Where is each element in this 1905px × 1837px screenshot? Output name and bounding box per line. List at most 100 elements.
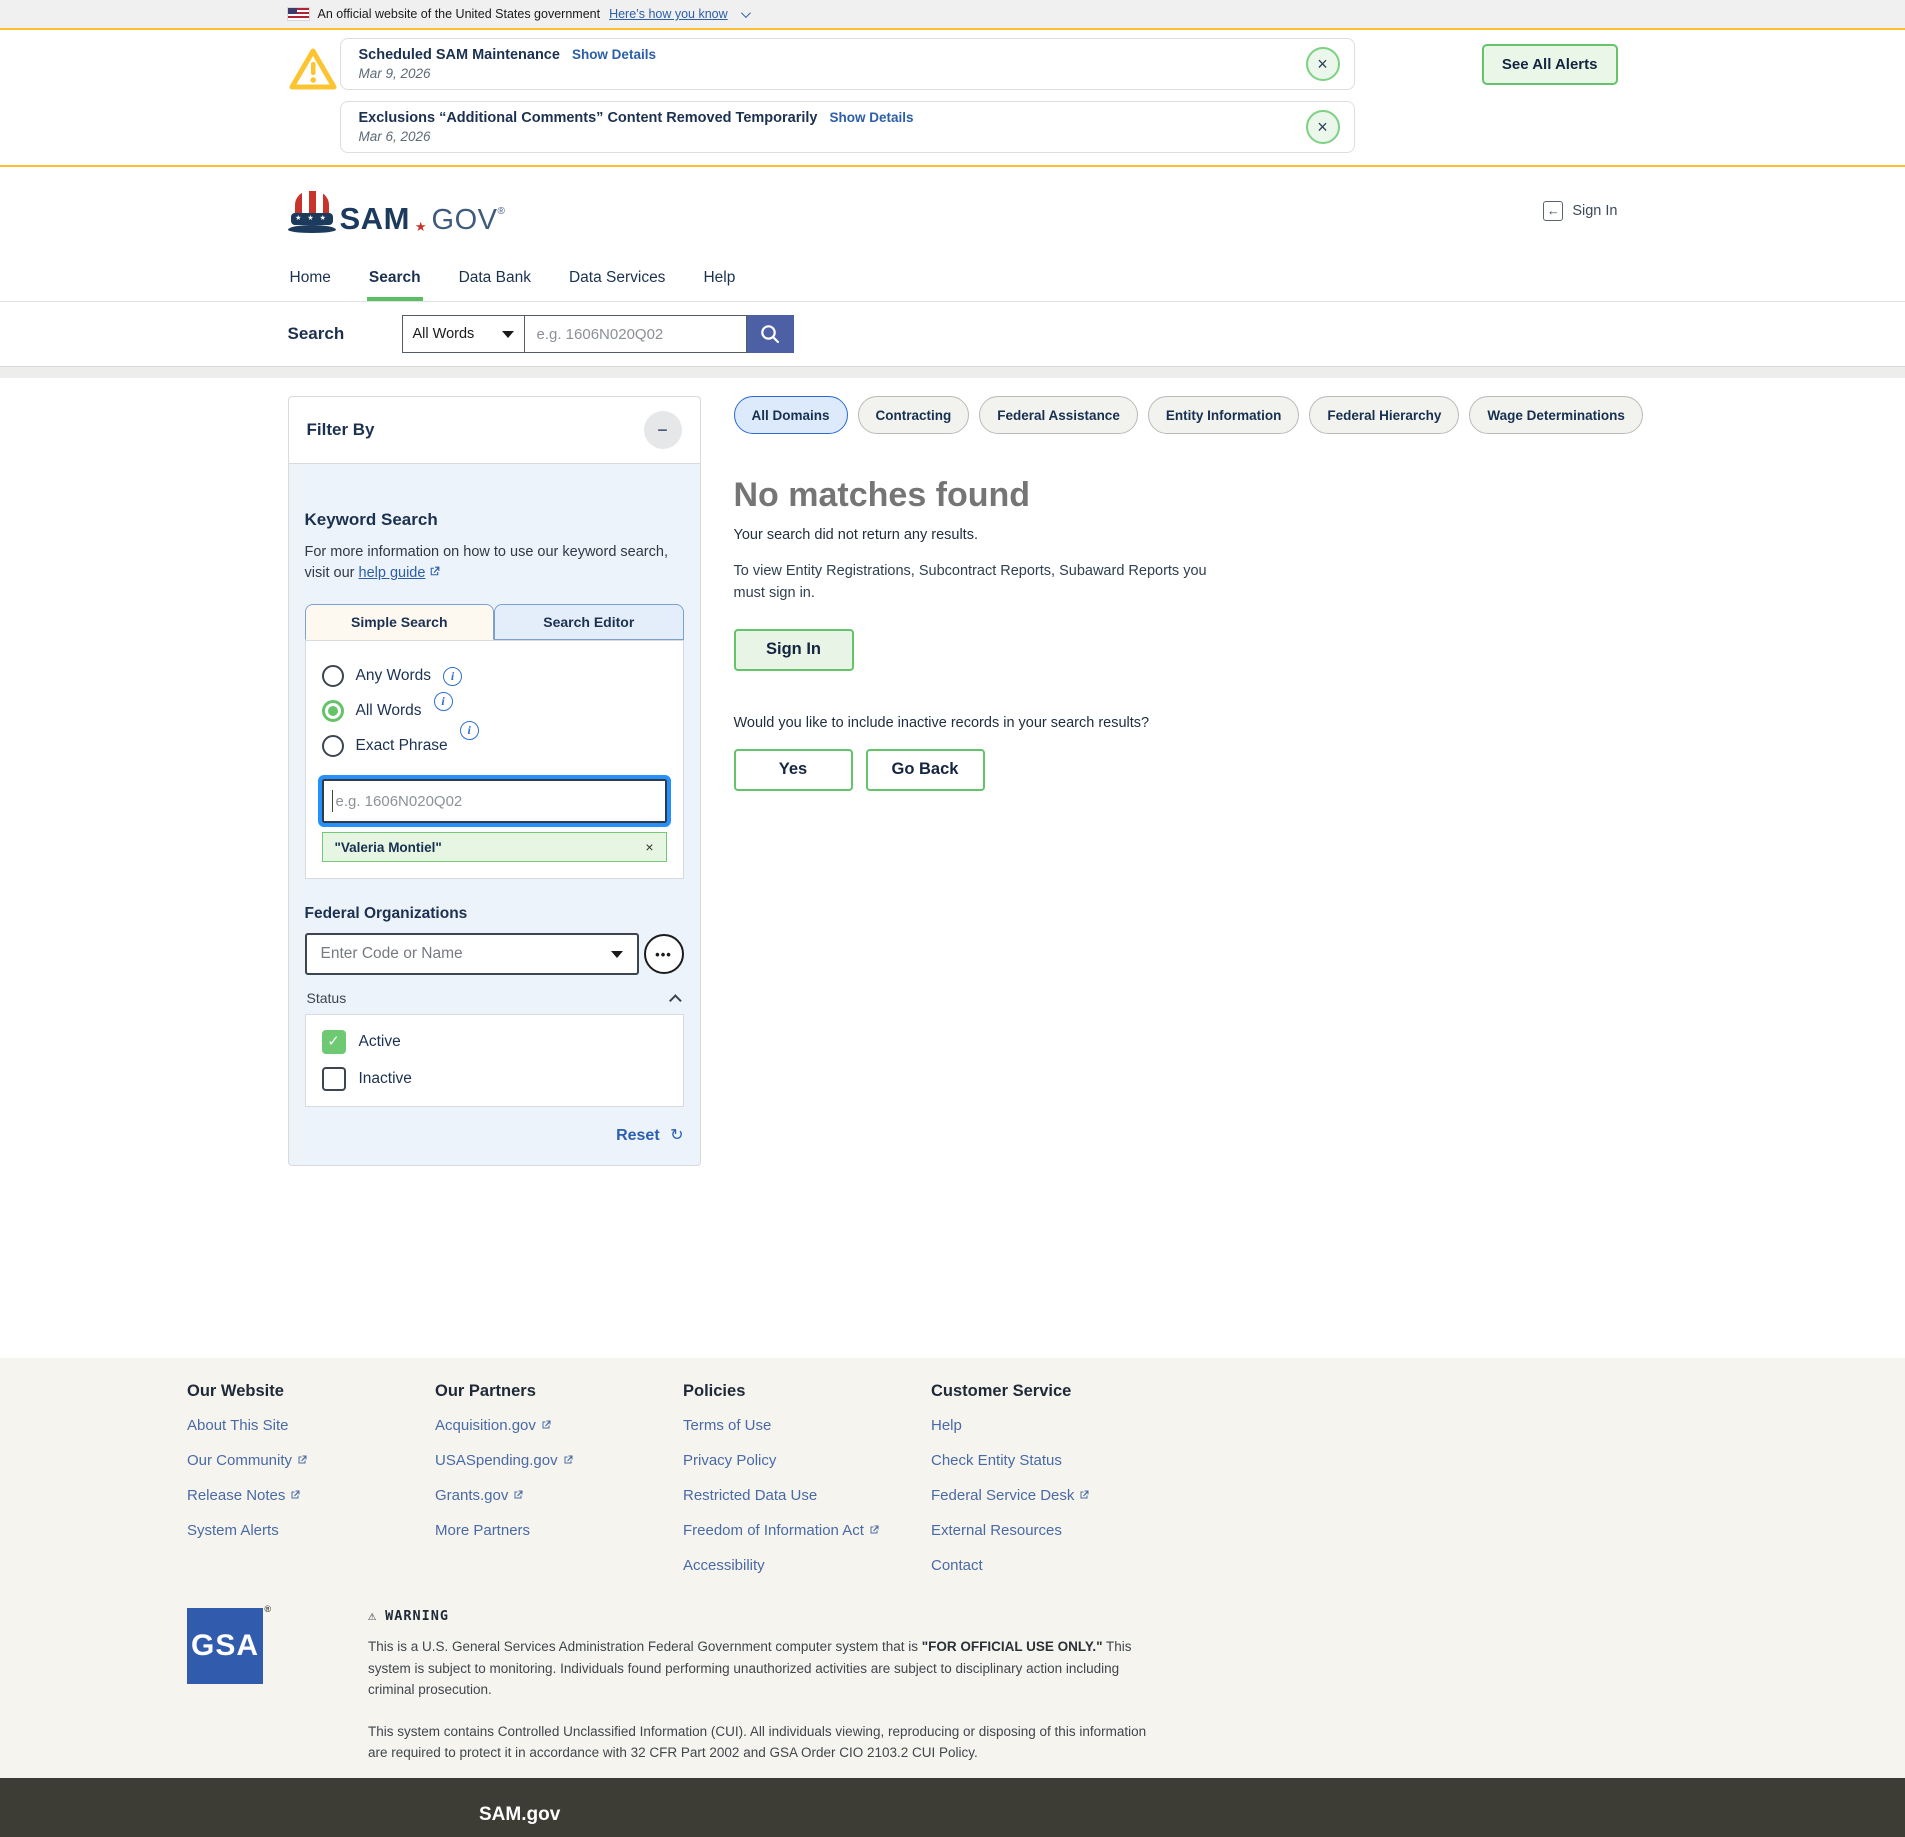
nav-item-data-services[interactable]: Data Services [567,255,667,301]
footer-column-title: Our Website [187,1382,435,1401]
footer-link-release-notes[interactable]: Release Notes [187,1487,435,1504]
logo-text-gov: GOV® [432,207,506,233]
footer-link-restricted-data-use[interactable]: Restricted Data Use [683,1487,931,1504]
checkbox-active[interactable]: ✓ [322,1030,346,1054]
gsa-logo: GSA ® [187,1608,263,1684]
domain-tab-federal-assistance[interactable]: Federal Assistance [979,396,1138,434]
keyword-search-title: Keyword Search [305,510,684,530]
site-header: ★ ★ ★ SAM ★ GOV® ← Sign In [0,167,1905,255]
yes-button[interactable]: Yes [734,749,853,791]
alert-close-icon[interactable]: × [1306,110,1340,144]
sam-gov-logo[interactable]: ★ ★ ★ SAM ★ GOV® [288,189,506,233]
external-link-icon [540,1419,552,1431]
footer-link-foia[interactable]: Freedom of Information Act [683,1522,931,1539]
collapse-filter-button[interactable]: − [644,411,682,449]
info-icon[interactable]: i [443,667,462,686]
radio-label-all-words[interactable]: All Words [356,702,422,720]
reset-link[interactable]: Reset [616,1127,660,1144]
nav-item-search[interactable]: Search [367,255,423,301]
alert-close-icon[interactable]: × [1306,47,1340,81]
warning-triangle-small-icon: ⚠ [368,1608,377,1624]
footer-link-federal-service-desk[interactable]: Federal Service Desk [931,1487,1179,1504]
footer-column-title: Our Partners [435,1382,683,1401]
no-matches-subtext: Your search did not return any results. [734,527,1643,543]
footer-link-acquisition-gov[interactable]: Acquisition.gov [435,1417,683,1434]
keyword-tag-text: "Valeria Montiel" [335,840,442,855]
info-icon[interactable]: i [434,692,453,711]
keyword-tag: "Valeria Montiel" × [322,832,667,862]
checkbox-label-inactive[interactable]: Inactive [359,1070,412,1088]
more-options-button[interactable]: ••• [644,934,684,974]
tab-search-editor[interactable]: Search Editor [494,604,684,640]
external-link-icon [868,1524,880,1536]
domain-tab-federal-hierarchy[interactable]: Federal Hierarchy [1309,396,1459,434]
uncle-sam-hat-icon: ★ ★ ★ [288,189,336,233]
results-area: All Domains Contracting Federal Assistan… [734,396,1643,791]
search-submit-button[interactable] [747,315,794,353]
radio-all-words[interactable] [322,700,344,722]
footer-link-our-community[interactable]: Our Community [187,1452,435,1469]
keyword-input[interactable] [322,779,667,823]
radio-label-any-words[interactable]: Any Words [356,667,432,685]
domain-tab-wage-determinations[interactable]: Wage Determinations [1469,396,1643,434]
domain-tab-contracting[interactable]: Contracting [858,396,970,434]
search-mode-value: All Words [413,326,475,342]
alert-date: Mar 9, 2026 [359,66,1294,81]
footer-link-help[interactable]: Help [931,1417,1179,1434]
help-guide-link[interactable]: help guide [359,565,442,581]
checkbox-label-active[interactable]: Active [359,1033,401,1051]
footer-link-system-alerts[interactable]: System Alerts [187,1522,435,1539]
alert-show-details-link[interactable]: Show Details [829,110,913,125]
footer-column-customer-service: Customer Service Help Check Entity Statu… [931,1382,1179,1592]
warning-title: WARNING [385,1608,449,1624]
alert-show-details-link[interactable]: Show Details [572,47,656,62]
sign-in-button[interactable]: Sign In [734,629,854,671]
footer-link-terms-of-use[interactable]: Terms of Use [683,1417,931,1434]
external-link-icon [562,1454,574,1466]
registered-mark: ® [264,1604,272,1614]
go-back-button[interactable]: Go Back [866,749,985,791]
search-mode-select[interactable]: All Words [402,315,524,353]
inactive-records-question: Would you like to include inactive recor… [734,715,1643,731]
external-link-icon [1078,1489,1090,1501]
radio-label-exact-phrase[interactable]: Exact Phrase [356,737,448,755]
footer-link-about-this-site[interactable]: About This Site [187,1417,435,1434]
gov-banner-link[interactable]: Here’s how you know [609,7,728,21]
federal-organizations-title: Federal Organizations [305,905,684,923]
nav-item-home[interactable]: Home [288,255,333,301]
footer-link-usaspending-gov[interactable]: USASpending.gov [435,1452,683,1469]
domain-tab-entity-information[interactable]: Entity Information [1148,396,1300,434]
alert-title: Exclusions “Additional Comments” Content… [359,110,818,126]
info-icon[interactable]: i [460,721,479,740]
checkbox-inactive[interactable] [322,1067,346,1091]
dark-footer: SAM.gov An official website of the U.S. … [0,1778,1905,1837]
sign-in-label: Sign In [1572,203,1617,219]
tab-simple-search[interactable]: Simple Search [305,604,495,640]
search-input[interactable] [524,315,747,353]
footer-link-contact[interactable]: Contact [931,1557,1179,1574]
footer-link-external-resources[interactable]: External Resources [931,1522,1179,1539]
alerts-section: Scheduled SAM Maintenance Show Details M… [0,30,1905,167]
footer-link-privacy-policy[interactable]: Privacy Policy [683,1452,931,1469]
radio-any-words[interactable] [322,665,344,687]
chevron-up-icon[interactable] [669,994,682,1007]
footer-column-policies: Policies Terms of Use Privacy Policy Res… [683,1382,931,1592]
header-sign-in[interactable]: ← Sign In [1543,201,1617,221]
footer-link-grants-gov[interactable]: Grants.gov [435,1487,683,1504]
footer-link-check-entity-status[interactable]: Check Entity Status [931,1452,1179,1469]
nav-item-help[interactable]: Help [701,255,737,301]
page: An official website of the United States… [0,0,1905,1837]
nav-item-data-bank[interactable]: Data Bank [457,255,533,301]
domain-tab-all-domains[interactable]: All Domains [734,396,848,434]
radio-exact-phrase[interactable] [322,735,344,757]
no-matches-title: No matches found [734,476,1643,515]
logo-star-icon: ★ [415,220,427,233]
footer-link-more-partners[interactable]: More Partners [435,1522,683,1539]
remove-tag-icon[interactable]: × [645,839,653,855]
federal-organizations-combo[interactable]: Enter Code or Name [305,933,639,975]
site-footer: Our Website About This Site Our Communit… [0,1358,1905,1778]
see-all-alerts-button[interactable]: See All Alerts [1482,44,1618,85]
footer-column-title: Customer Service [931,1382,1179,1401]
footer-link-accessibility[interactable]: Accessibility [683,1557,931,1574]
magnifier-icon [759,323,781,345]
